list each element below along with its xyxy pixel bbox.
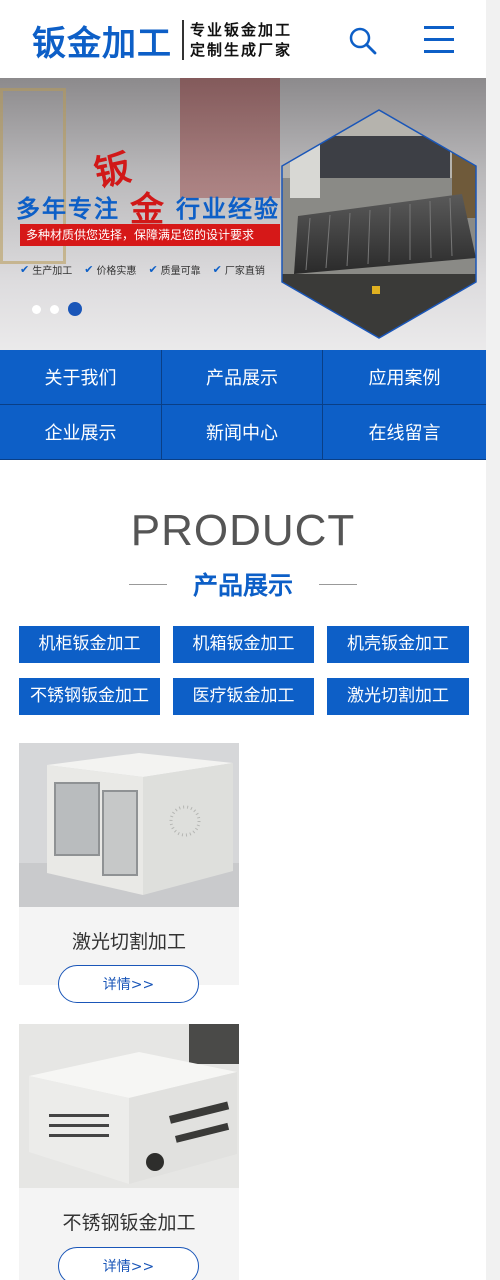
banner-background-door	[180, 78, 280, 198]
logo-divider	[182, 20, 184, 60]
product-title[interactable]: 激光切割加工	[19, 927, 239, 957]
product-image	[19, 1024, 239, 1188]
check-icon: ✔	[20, 263, 30, 276]
main-nav: 关于我们 产品展示 应用案例 企业展示 新闻中心 在线留言	[0, 350, 486, 460]
product-image	[19, 743, 239, 907]
banner-dot-1[interactable]	[32, 304, 41, 314]
logo-tagline-line-1: 专业钣金加工	[190, 21, 293, 39]
search-button[interactable]	[348, 26, 378, 56]
title-divider-right	[319, 583, 357, 585]
section-title-cn: 产品展示	[192, 571, 293, 600]
check-icon: ✔	[212, 263, 222, 276]
detail-button[interactable]: 详情>>	[58, 965, 199, 1003]
category-button[interactable]: 机柜钣金加工	[19, 626, 160, 663]
banner-red-bar: 多种材质供您选择，保障满足您的设计要求	[20, 224, 280, 246]
nav-item-message[interactable]: 在线留言	[323, 405, 486, 460]
nav-item-news[interactable]: 新闻中心	[162, 405, 323, 460]
nav-item-company[interactable]: 企业展示	[0, 405, 162, 460]
category-button[interactable]: 机箱钣金加工	[173, 626, 314, 663]
product-card[interactable]: 不锈钢钣金加工	[19, 1024, 239, 1280]
category-list: 机柜钣金加工 机箱钣金加工 机壳钣金加工 不锈钢钣金加工 医疗钣金加工 激光切割…	[19, 626, 469, 715]
banner-slogan-right: 行业经验	[176, 195, 280, 223]
logo-tagline-line-2: 定制生成厂家	[190, 41, 293, 59]
header: 钣金加工 专业钣金加工 定制生成厂家	[0, 0, 486, 78]
category-button[interactable]: 激光切割加工	[327, 678, 469, 715]
nav-item-about[interactable]: 关于我们	[0, 350, 162, 405]
nav-item-cases[interactable]: 应用案例	[323, 350, 486, 405]
menu-icon	[424, 26, 456, 53]
search-icon	[349, 27, 377, 55]
logo[interactable]: 钣金加工 专业钣金加工 定制生成厂家	[32, 14, 292, 66]
category-button[interactable]: 机壳钣金加工	[327, 626, 469, 663]
banner-pagination	[32, 302, 91, 316]
check-icon: ✔	[84, 263, 94, 276]
menu-button[interactable]	[424, 26, 456, 54]
logo-title: 钣金加工	[32, 23, 172, 64]
banner-slider[interactable]: 钣 多年专注 金 行业经验 多种材质供您选择，保障满足您的设计要求 ✔ 生产加工 …	[0, 78, 486, 350]
banner-machine-image	[281, 109, 477, 339]
page: 钣金加工 专业钣金加工 定制生成厂家 钣 多年专注 金 行业经验 多种材质供您选…	[0, 0, 486, 1280]
logo-tagline: 专业钣金加工 定制生成厂家	[190, 20, 292, 60]
banner-features: ✔ 生产加工 ✔ 价格实惠 ✔ 质量可靠 ✔ 厂家直销	[20, 262, 277, 277]
check-icon: ✔	[148, 263, 158, 276]
scrollbar[interactable]	[486, 0, 500, 1280]
banner-dot-3-active[interactable]	[68, 302, 82, 316]
product-card[interactable]: 激光切割加工	[19, 743, 239, 985]
banner-feature: ✔ 价格实惠	[84, 263, 137, 277]
banner-slogan-left: 多年专注	[16, 195, 120, 223]
category-button[interactable]: 医疗钣金加工	[173, 678, 314, 715]
banner-feature: ✔ 质量可靠	[148, 263, 201, 277]
banner-dot-2[interactable]	[50, 304, 59, 314]
detail-button[interactable]: 详情>>	[58, 1247, 199, 1280]
product-title[interactable]: 不锈钢钣金加工	[19, 1208, 239, 1238]
section-title-en: PRODUCT	[130, 506, 356, 555]
title-divider-left	[128, 583, 167, 585]
section-title: 产品展示	[0, 566, 486, 602]
banner-feature: ✔ 生产加工	[20, 263, 73, 277]
nav-item-products[interactable]: 产品展示	[162, 350, 323, 405]
category-button[interactable]: 不锈钢钣金加工	[19, 678, 160, 715]
banner-feature: ✔ 厂家直销	[212, 263, 265, 277]
